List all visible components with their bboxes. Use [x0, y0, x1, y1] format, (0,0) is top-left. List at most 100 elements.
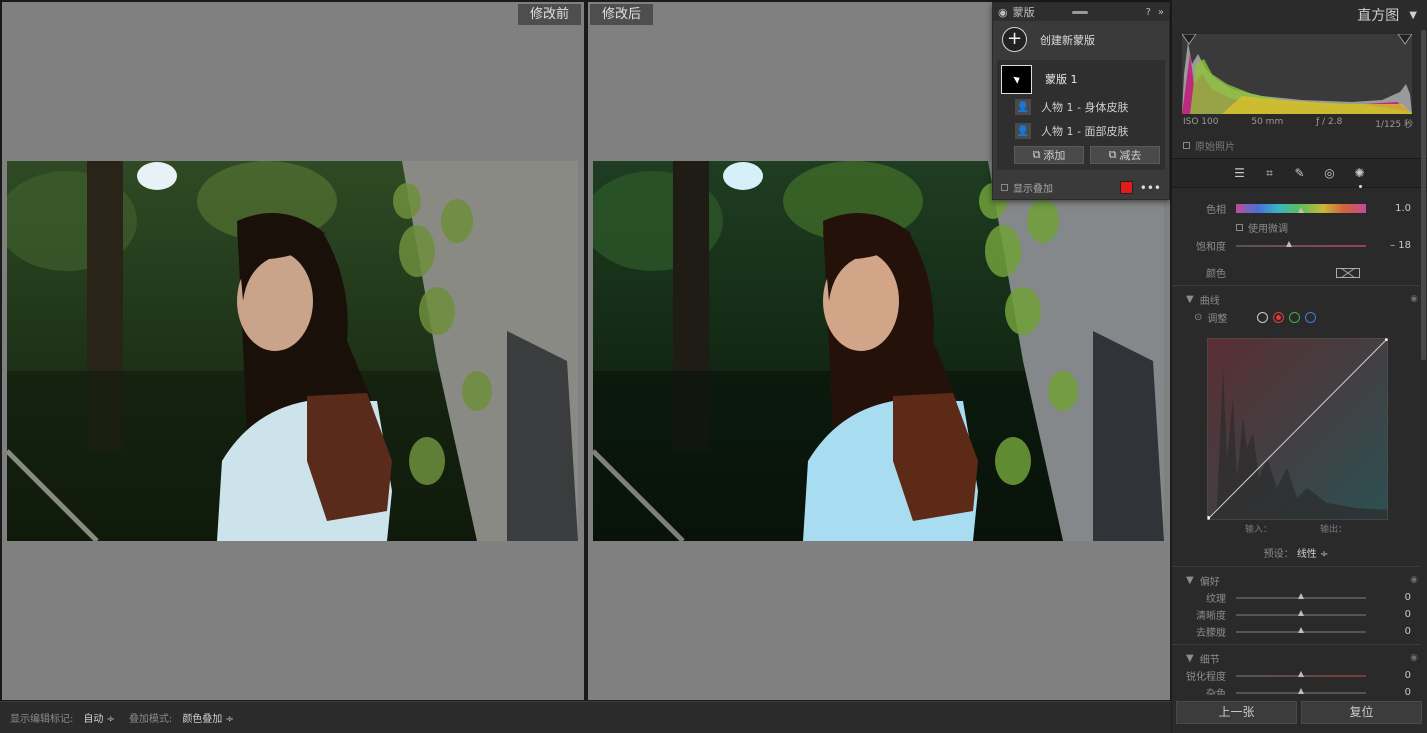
texture-track[interactable] — [1236, 592, 1366, 599]
expand-triangle-icon[interactable]: ▼ — [1186, 294, 1194, 305]
prefs-section-header[interactable]: ▼ 偏好 ◉ — [1172, 571, 1420, 589]
subtract-button-label: 减去 — [1119, 149, 1142, 162]
dehaze-track[interactable] — [1236, 626, 1366, 633]
help-icon[interactable]: ? — [1146, 7, 1151, 18]
previous-button[interactable]: 上一张 — [1176, 701, 1297, 724]
divider — [1172, 285, 1420, 286]
sharpness-value[interactable]: 0 — [1366, 670, 1411, 681]
fine-adjust-label: 使用微调 — [1248, 223, 1288, 235]
curve-section-header[interactable]: ▼ 曲线 ◉ — [1172, 290, 1420, 308]
dehaze-value[interactable]: 0 — [1366, 626, 1411, 637]
hue-knob[interactable] — [1298, 207, 1304, 213]
color-swatch[interactable] — [1336, 267, 1360, 278]
eye-icon[interactable]: ◉ — [1410, 575, 1418, 585]
detail-section-title: 细节 — [1199, 654, 1220, 666]
original-photo-checkbox[interactable] — [1183, 142, 1190, 149]
clarity-slider[interactable]: 清晰度 0 — [1172, 606, 1420, 623]
edit-sliders-icon[interactable]: ☰ — [1232, 165, 1248, 181]
texture-slider[interactable]: 纹理 0 — [1172, 589, 1420, 606]
before-view[interactable]: 修改前 — [2, 2, 584, 700]
saturation-knob[interactable] — [1286, 240, 1293, 247]
hue-track[interactable] — [1236, 204, 1366, 213]
hue-slider[interactable]: 色相 1.0 — [1172, 200, 1420, 217]
target-adjust-icon[interactable]: ⊙ — [1194, 312, 1202, 323]
add-button-label: 添加 — [1043, 149, 1066, 162]
original-photo-toggle[interactable]: 原始照片 — [1183, 138, 1235, 153]
original-photo-label: 原始照片 — [1195, 142, 1235, 153]
show-edit-pins-select[interactable]: 自动 ÷ — [83, 710, 115, 725]
aperture-value: ƒ / 2.8 — [1316, 117, 1343, 127]
hue-value[interactable]: 1.0 — [1366, 203, 1411, 214]
mask-component[interactable]: 👤 人物 1 - 面部皮肤 — [997, 119, 1165, 143]
crop-icon[interactable]: ⌗ — [1262, 165, 1278, 181]
before-photo[interactable] — [7, 161, 578, 541]
adjustments-scroll[interactable]: 色相 1.0 使用微调 饱和度 – 18 颜色 ▼ 曲线 ◉ ⊙ 调整 输入： … — [1172, 190, 1420, 695]
hue-label: 色相 — [1206, 205, 1226, 216]
collapse-icon[interactable]: » — [1158, 7, 1164, 18]
collapse-triangle-icon[interactable]: ▼ — [1409, 10, 1417, 21]
person-icon: 👤 — [1015, 99, 1031, 115]
clarity-track[interactable] — [1236, 609, 1366, 616]
eye-icon[interactable]: ◉ — [1410, 294, 1418, 304]
mask-thumbnail — [1001, 64, 1032, 94]
eye-icon[interactable]: ◉ — [998, 6, 1008, 19]
blue-channel-button[interactable] — [1305, 311, 1317, 323]
curve-adjust-label: 调整 — [1207, 313, 1228, 325]
expand-triangle-icon[interactable]: ▼ — [1186, 653, 1194, 664]
fine-adjust-checkbox[interactable] — [1236, 223, 1243, 231]
fine-adjust-toggle[interactable]: 使用微调 — [1172, 217, 1420, 237]
heal-brush-icon[interactable]: ✎ — [1292, 165, 1308, 181]
reset-button[interactable]: 复位 — [1301, 701, 1422, 724]
saturation-slider[interactable]: 饱和度 – 18 — [1172, 237, 1420, 254]
panel-scrollbar[interactable] — [1421, 30, 1426, 360]
subtract-button[interactable]: ⧉ 减去 — [1090, 146, 1160, 164]
clarity-knob[interactable] — [1298, 609, 1304, 616]
rgb-channel-button[interactable] — [1257, 311, 1269, 323]
noise-knob[interactable] — [1298, 687, 1304, 694]
detail-section-header[interactable]: ▼ 细节 ◉ — [1172, 649, 1420, 667]
histogram[interactable] — [1181, 33, 1413, 114]
dehaze-label: 去朦胧 — [1196, 628, 1226, 639]
masking-icon[interactable]: ✺ — [1352, 165, 1368, 188]
mask-component[interactable]: 👤 人物 1 - 身体皮肤 — [997, 95, 1165, 119]
show-overlay-checkbox[interactable] — [1001, 184, 1008, 191]
dehaze-knob[interactable] — [1298, 626, 1304, 633]
green-channel-button[interactable] — [1289, 311, 1301, 323]
noise-slider[interactable]: 杂色 0 — [1172, 684, 1420, 695]
saturation-value[interactable]: – 18 — [1366, 240, 1411, 251]
sharpness-track[interactable] — [1236, 670, 1366, 677]
overlay-mode-select[interactable]: 颜色叠加 ÷ — [182, 710, 234, 725]
sharpness-knob[interactable] — [1298, 670, 1304, 677]
divider — [1172, 644, 1420, 645]
expand-triangle-icon[interactable]: ▼ — [1186, 575, 1194, 586]
curve-preset[interactable]: 预设： 线性 ÷ — [1172, 545, 1420, 560]
red-channel-button[interactable] — [1273, 311, 1285, 323]
histogram-header[interactable]: 直方图 ▼ — [1172, 0, 1427, 30]
saturation-track[interactable] — [1236, 240, 1366, 247]
clarity-value[interactable]: 0 — [1366, 609, 1411, 620]
sharpness-slider[interactable]: 锐化程度 0 — [1172, 667, 1420, 684]
add-button[interactable]: ⧉ 添加 — [1014, 146, 1084, 164]
curve-io: 输入： 输出： — [1172, 522, 1420, 535]
clarity-label: 清晰度 — [1196, 611, 1226, 622]
overlay-color-swatch[interactable] — [1119, 181, 1133, 194]
noise-track[interactable] — [1236, 687, 1366, 694]
preset-select[interactable]: 线性 ÷ — [1297, 549, 1329, 560]
tone-curve[interactable] — [1206, 337, 1389, 521]
noise-value[interactable]: 0 — [1366, 687, 1411, 695]
create-mask-label: 创建新蒙版 — [1040, 33, 1095, 47]
drag-handle[interactable] — [1071, 10, 1088, 14]
mask-panel-header[interactable]: ◉ 蒙版 ? » — [993, 3, 1169, 21]
more-options-icon[interactable]: ••• — [1140, 181, 1161, 195]
eye-icon[interactable]: ◉ — [1410, 653, 1418, 663]
texture-knob[interactable] — [1298, 592, 1304, 599]
mask-item[interactable]: 蒙版 1 — [997, 63, 1165, 95]
dehaze-slider[interactable]: 去朦胧 0 — [1172, 623, 1420, 640]
texture-value[interactable]: 0 — [1366, 592, 1411, 603]
after-photo[interactable] — [593, 161, 1164, 541]
subtract-icon: ⧉ — [1108, 148, 1117, 161]
red-eye-icon[interactable]: ◎ — [1322, 165, 1338, 181]
histogram-title: 直方图 — [1357, 8, 1400, 24]
prefs-section-title: 偏好 — [1199, 576, 1220, 588]
create-mask-button[interactable]: + 创建新蒙版 — [993, 21, 1169, 58]
